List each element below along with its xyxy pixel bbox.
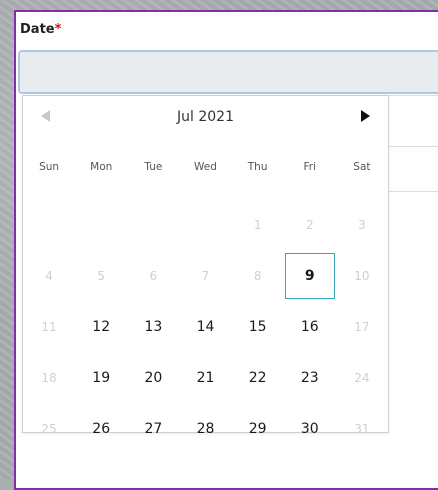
day-cell[interactable]: 20	[127, 352, 179, 403]
calendar-header: Jul 2021	[23, 96, 388, 140]
day-cell: 7	[201, 268, 210, 283]
day-cell	[75, 199, 127, 250]
day-cell: 3	[358, 217, 366, 232]
day-cell[interactable]: 13	[127, 301, 179, 352]
day-cell[interactable]: 21	[179, 352, 231, 403]
background-form-rows	[386, 95, 438, 192]
weekday-header: Sat	[353, 161, 371, 173]
weekday-header: Sun	[39, 161, 60, 173]
day-cell[interactable]: 14	[179, 301, 231, 352]
weekday-header: Tue	[144, 161, 163, 173]
day-cell[interactable]: 23	[284, 352, 336, 403]
day-cell[interactable]: 12	[75, 301, 127, 352]
required-asterisk: *	[54, 22, 62, 37]
day-cell: 10	[354, 268, 370, 283]
day-cell: 6	[149, 268, 158, 283]
weekday-header: Wed	[194, 161, 217, 173]
selected-day-label: 9	[284, 252, 335, 299]
day-cell: 17	[354, 319, 370, 334]
day-cell[interactable]: 30	[284, 403, 336, 454]
chevron-right-icon[interactable]	[361, 110, 370, 122]
calendar-grid: Sun Mon Tue Wed Thu Fri Sat 1 2 3 4 5 6 7 8 9 10 11 12 13 14…	[23, 161, 388, 454]
day-cell	[23, 199, 75, 250]
day-cell[interactable]: 26	[75, 403, 127, 454]
date-picker-popup: Jul 2021 Sun Mon Tue Wed Thu Fri Sat 1 2 3 4 5 6 7 8 9 1…	[22, 95, 389, 437]
day-cell-selected[interactable]: 9	[284, 250, 336, 301]
day-cell: 5	[97, 268, 106, 283]
day-cell[interactable]: 28	[179, 403, 231, 454]
day-cell: 24	[354, 370, 370, 385]
day-cell: 25	[41, 421, 57, 436]
weekday-header: Thu	[247, 161, 268, 173]
date-label: Date*	[20, 22, 61, 37]
day-cell[interactable]: 19	[75, 352, 127, 403]
month-label: Jul 2021	[177, 109, 234, 125]
day-cell: 2	[305, 217, 314, 232]
day-cell[interactable]: 16	[284, 301, 336, 352]
day-cell[interactable]: 22	[232, 352, 284, 403]
day-cell: 1	[253, 217, 262, 232]
day-cell: 4	[45, 268, 53, 283]
day-cell[interactable]: 27	[127, 403, 179, 454]
weekday-header: Mon	[90, 161, 113, 173]
day-cell	[179, 199, 231, 250]
weekday-header: Fri	[303, 161, 317, 173]
day-cell: 31	[354, 421, 370, 436]
date-label-text: Date	[20, 22, 55, 37]
day-cell[interactable]: 29	[232, 403, 284, 454]
day-cell	[127, 199, 179, 250]
day-cell[interactable]: 15	[232, 301, 284, 352]
day-cell: 18	[41, 370, 57, 385]
day-cell: 11	[41, 319, 57, 334]
day-cell: 8	[253, 268, 262, 283]
date-input[interactable]	[18, 50, 438, 94]
